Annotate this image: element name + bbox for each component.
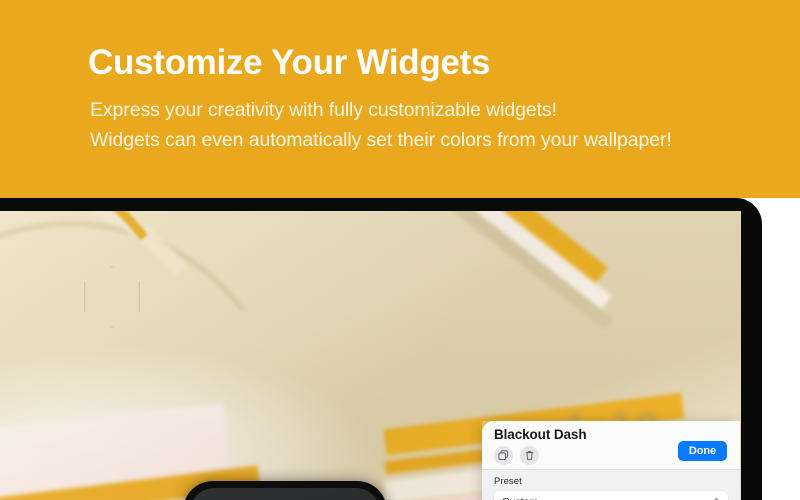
preset-selected-value: Custom [502, 496, 538, 500]
banner-subtitle: Express your creativity with fully custo… [90, 95, 672, 155]
device-screen: 4:18 hologram 12:01 2021.03.21 [0, 211, 741, 500]
panel-title: Blackout Dash [494, 427, 587, 442]
panel-header: Blackout Dash Done [482, 421, 740, 469]
widget-settings-panel: Blackout Dash Done Preset [482, 421, 740, 500]
chevron-up-down-icon [713, 497, 720, 500]
tablet-device-frame: 4:18 hologram 12:01 2021.03.21 [0, 198, 762, 500]
preset-section: Preset Custom [482, 469, 740, 500]
banner-subtitle-line-2: Widgets can even automatically set their… [90, 129, 672, 152]
banner-subtitle-line-1: Express your creativity with fully custo… [90, 99, 557, 121]
blackout-dash-widget[interactable]: 12:01 2021.03.21 [190, 488, 380, 500]
done-button[interactable]: Done [677, 441, 727, 461]
phone-mockup: 12:01 2021.03.21 [183, 481, 387, 500]
trash-icon[interactable] [520, 446, 539, 465]
duplicate-icon[interactable] [494, 446, 513, 465]
preset-label: Preset [494, 476, 522, 487]
page-title: Customize Your Widgets [88, 43, 491, 82]
promo-banner: Customize Your Widgets Express your crea… [0, 0, 800, 198]
preset-select[interactable]: Custom [494, 491, 728, 500]
